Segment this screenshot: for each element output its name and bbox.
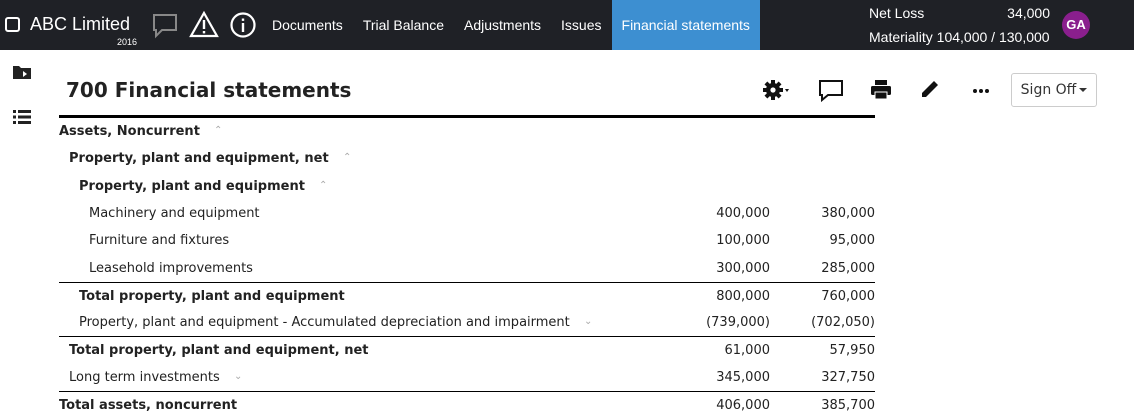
nav-trial-balance[interactable]: Trial Balance [353, 0, 454, 50]
current-year-value: 400,000 [716, 205, 770, 221]
row-label: Total property, plant and equipment [79, 288, 345, 304]
row-label: Assets, Noncurrent [59, 124, 200, 139]
nav-financial-statements[interactable]: Financial statements [611, 0, 760, 50]
statement-row: Property, plant and equipment - Accumula… [59, 309, 875, 336]
pencil-icon[interactable] [917, 78, 945, 102]
current-year-value: 61,000 [724, 343, 771, 359]
fiscal-year: 2016 [117, 37, 138, 47]
current-year-value: 800,000 [716, 288, 770, 304]
statement-row: Long term investments ⌄ 345,000 327,750 [59, 364, 875, 391]
statement-row: Machinery and equipment 400,000 380,000 [59, 200, 875, 227]
prior-year-value: 380,000 [821, 205, 875, 221]
statement-row: Property, plant and equipment, net ⌃ [59, 145, 875, 172]
statement-row: Total assets, noncurrent 406,000 385,700 [59, 391, 875, 418]
prior-year-value: 385,700 [821, 398, 875, 413]
collapse-chevron-icon[interactable]: ⌃ [319, 180, 327, 191]
row-label: Machinery and equipment [89, 205, 260, 221]
expand-chevron-icon[interactable]: ⌄ [234, 371, 242, 382]
statement-row: Total property, plant and equipment 800,0… [59, 281, 875, 309]
folder-import-icon[interactable] [12, 62, 32, 82]
comment-icon[interactable] [817, 78, 845, 102]
print-icon[interactable] [867, 78, 895, 102]
collapse-chevron-icon[interactable]: ⌃ [214, 125, 222, 136]
comment-icon[interactable] [150, 10, 180, 40]
current-year-value: 406,000 [716, 398, 770, 413]
current-year-value: (739,000) [706, 315, 770, 331]
prior-year-value: 327,750 [821, 369, 875, 385]
main-nav: Documents Trial Balance Adjustments Issu… [262, 0, 760, 50]
sidebar [0, 50, 44, 420]
row-label: Long term investments [69, 369, 220, 385]
more-icon[interactable] [967, 78, 995, 102]
row-label: Property, plant and equipment [79, 178, 305, 194]
row-label: Leasehold improvements [89, 260, 253, 276]
net-loss-label: Net Loss [869, 5, 925, 21]
warning-icon[interactable] [189, 10, 219, 40]
list-icon[interactable] [12, 107, 32, 127]
row-label: Property, plant and equipment - Accumula… [79, 315, 570, 331]
prior-year-value: 760,000 [821, 288, 875, 304]
net-loss-value: 34,000 [1007, 5, 1050, 21]
row-label: Total property, plant and equipment, net [69, 343, 369, 359]
top-bar: ABC Limited 2016 Documents Trial Balance… [0, 0, 1134, 50]
materiality: Materiality 104,000 / 130,000 [869, 29, 1050, 45]
nav-adjustments[interactable]: Adjustments [454, 0, 551, 50]
prior-year-value: 57,950 [829, 343, 876, 359]
nav-issues[interactable]: Issues [551, 0, 611, 50]
app-logo-icon [5, 17, 20, 32]
current-year-value: 345,000 [716, 369, 770, 385]
row-label: Property, plant and equipment, net [69, 151, 329, 167]
prior-year-value: 285,000 [821, 260, 875, 276]
collapse-chevron-icon[interactable]: ⌃ [343, 152, 351, 163]
avatar[interactable]: GA [1062, 11, 1090, 39]
statement-row: Total property, plant and equipment, net… [59, 336, 875, 363]
statement-row: Leasehold improvements 300,000 285,000 [59, 255, 875, 282]
company-name: ABC Limited [30, 14, 131, 34]
page-title: 700 Financial statements [66, 78, 352, 102]
statement-row: Furniture and fixtures 100,000 95,000 [59, 227, 875, 254]
current-year-value: 100,000 [716, 233, 770, 249]
nav-documents[interactable]: Documents [262, 0, 353, 50]
prior-year-value: (702,050) [811, 315, 875, 331]
gear-icon[interactable] [762, 78, 790, 102]
expand-chevron-icon[interactable]: ⌄ [584, 316, 592, 327]
sign-off-label: Sign Off [1020, 82, 1077, 98]
row-label: Total assets, noncurrent [59, 398, 238, 413]
current-year-value: 300,000 [716, 260, 770, 276]
caret-down-icon [1079, 88, 1088, 92]
statement-row: Property, plant and equipment ⌃ [59, 173, 875, 200]
info-icon[interactable] [228, 10, 258, 40]
prior-year-value: 95,000 [829, 233, 876, 249]
statement-row: Assets, Noncurrent ⌃ [59, 118, 875, 145]
sign-off-button[interactable]: Sign Off [1011, 73, 1097, 107]
row-label: Furniture and fixtures [89, 233, 230, 249]
